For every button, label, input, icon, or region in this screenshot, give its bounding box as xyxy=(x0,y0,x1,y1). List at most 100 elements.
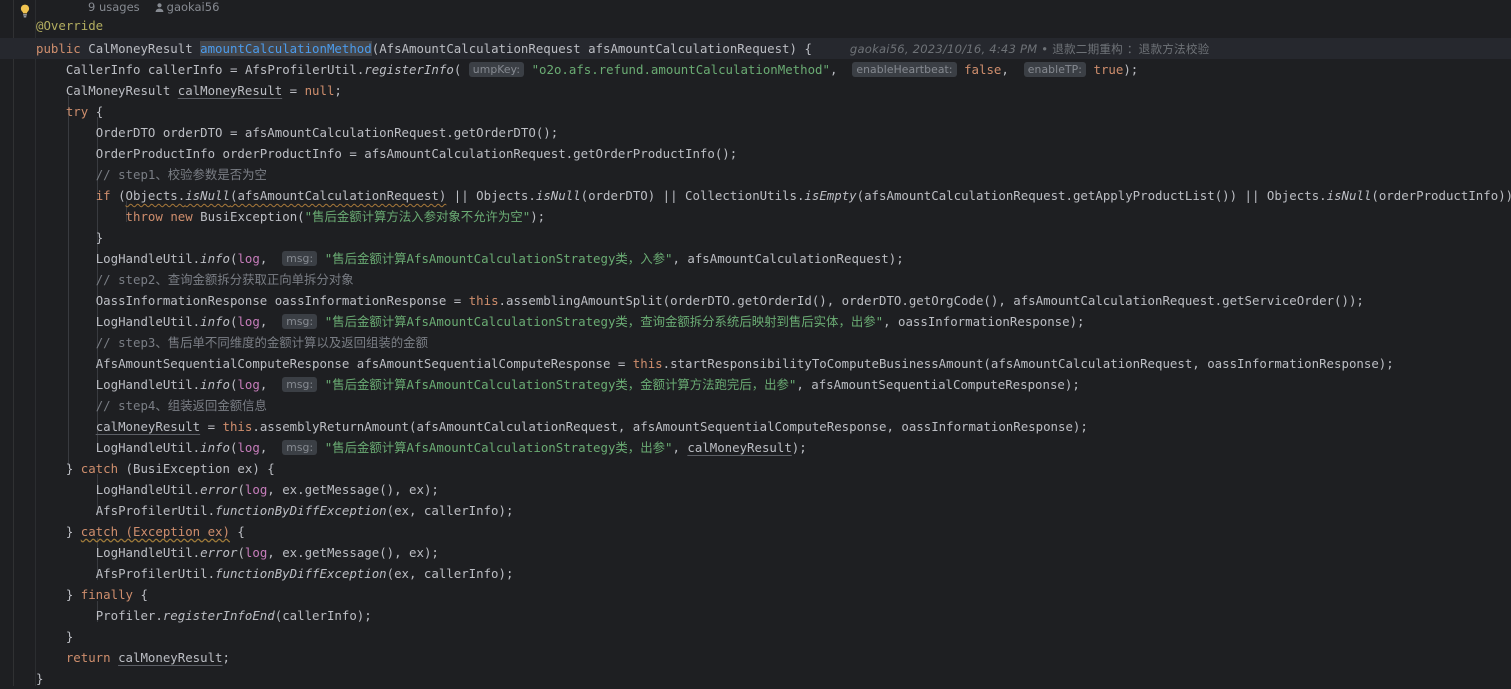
functionbydiffexception-method: functionByDiffException xyxy=(215,503,387,518)
inlay-hint-enabletp: enableTP: xyxy=(1023,62,1087,77)
code-line-oass[interactable]: OassInformationResponse oassInformationR… xyxy=(0,290,1511,311)
log-field: log xyxy=(237,377,260,392)
log2-message-string: "售后金额计算AfsAmountCalculationStrategy类，查询金… xyxy=(324,314,884,329)
oass-call: .assemblingAmountSplit(orderDTO.getOrder… xyxy=(498,293,1364,308)
log3-tail: , afsAmountSequentialComputeResponse); xyxy=(796,377,1080,392)
error-method: error xyxy=(200,482,238,497)
code-line-try[interactable]: try { xyxy=(0,101,1511,122)
code-vision-usages-row[interactable]: 9 usages gaokai56 xyxy=(0,0,1511,14)
blame-date: 2023/10/16 xyxy=(912,42,982,56)
loghandleutil-ref: LogHandleUtil. xyxy=(95,251,201,266)
brace: } xyxy=(65,629,74,644)
inlay-hint-msg: msg: xyxy=(282,440,318,455)
paren-open: ( xyxy=(237,545,245,560)
paren-open: ( xyxy=(453,62,462,77)
if-condition-warning: Objects.isNull(afsAmountCalculationReque… xyxy=(126,188,447,203)
info-method: info xyxy=(200,377,230,392)
code-line-callerinfo[interactable]: CallerInfo callerInfo = AfsProfilerUtil.… xyxy=(0,59,1511,80)
blame-message: 退款方法校验 xyxy=(1138,42,1210,56)
code-line-log-info-3[interactable]: LogHandleUtil.info(log, msg: "售后金额计算AfsA… xyxy=(0,374,1511,395)
param-type: AfsAmountCalculationRequest xyxy=(379,41,581,56)
code-line-annotation[interactable]: @Override xyxy=(0,14,1511,38)
code-line-log-error-1[interactable]: LogHandleUtil.error(log, ex.getMessage()… xyxy=(0,479,1511,500)
param-name: afsAmountCalculationRequest xyxy=(588,41,790,56)
umpkey-string: "o2o.afs.refund.amountCalculationMethod" xyxy=(531,62,830,77)
code-line-log-info-4[interactable]: LogHandleUtil.info(log, msg: "售后金额计算AfsA… xyxy=(0,437,1511,458)
comma: , xyxy=(259,440,275,455)
code-line-method-signature[interactable]: public CalMoneyResult amountCalculationM… xyxy=(0,38,1511,59)
logerr-tail: , ex.getMessage(), ex); xyxy=(267,482,439,497)
code-line-result-decl[interactable]: CalMoneyResult calMoneyResult = null; xyxy=(0,80,1511,101)
comma: , xyxy=(259,377,275,392)
code-line-throw[interactable]: throw new BusiException("售后金额计算方法入参对象不允许… xyxy=(0,206,1511,227)
code-line-comment-step3[interactable]: // step3、售后单不同维度的金额计算以及返回组装的金额 xyxy=(0,332,1511,353)
code-line-profiler-diff-1[interactable]: AfsProfilerUtil.functionByDiffException(… xyxy=(0,500,1511,521)
brace-open: { xyxy=(804,41,812,56)
code-line-if-null-check[interactable]: if (Objects.isNull(afsAmountCalculationR… xyxy=(0,185,1511,206)
inlay-hint-umpkey: umpKey: xyxy=(468,62,525,77)
method-name-selected[interactable]: amountCalculationMethod xyxy=(200,41,372,56)
loghandleutil-ref: LogHandleUtil. xyxy=(95,377,201,392)
comment-step4: // step4、组装返回金额信息 xyxy=(95,398,267,413)
loghandleutil-ref: LogHandleUtil. xyxy=(95,314,201,329)
profiler-tail: (ex, callerInfo); xyxy=(386,503,514,518)
comma: , xyxy=(829,62,838,77)
code-line-log-info-2[interactable]: LogHandleUtil.info(log, msg: "售后金额计算AfsA… xyxy=(0,311,1511,332)
code-line-finally[interactable]: } finally { xyxy=(0,584,1511,605)
semicolon: ; xyxy=(222,650,230,665)
usages-link[interactable]: 9 usages xyxy=(88,0,140,14)
throw-keyword: throw xyxy=(125,209,163,224)
code-vision-author[interactable]: gaokai56 xyxy=(167,0,220,14)
code-line-return[interactable]: return calMoneyResult; xyxy=(0,647,1511,668)
brace: } xyxy=(36,671,44,686)
code-line-register-info-end[interactable]: Profiler.registerInfoEnd(callerInfo); xyxy=(0,605,1511,626)
blame-author: gaokai56 xyxy=(849,42,905,56)
catch-exception-warning: catch (Exception ex) xyxy=(80,524,230,539)
code-line-profiler-diff-2[interactable]: AfsProfilerUtil.functionByDiffException(… xyxy=(0,563,1511,584)
code-editor[interactable]: 9 usages gaokai56 @Override public CalMon… xyxy=(0,0,1511,686)
this-keyword: this xyxy=(222,419,253,434)
log3-message-string: "售后金额计算AfsAmountCalculationStrategy类，金额计… xyxy=(324,377,797,392)
error-method: error xyxy=(200,545,238,560)
code-line-comment-step1[interactable]: // step1、校验参数是否为空 xyxy=(0,164,1511,185)
vcs-blame-annotation[interactable]: gaokai56, 2023/10/16, 4:43 PM • 退款二期重构 ：… xyxy=(850,42,1210,56)
calmoneyresult-var: calMoneyResult xyxy=(95,419,201,434)
register-tail: (callerInfo); xyxy=(274,608,372,623)
code-line-log-info-1[interactable]: LogHandleUtil.info(log, msg: "售后金额计算AfsA… xyxy=(0,248,1511,269)
orderdto-statement: OrderDTO orderDTO = afsAmountCalculation… xyxy=(95,125,559,140)
editor-scrollbar[interactable] xyxy=(1501,0,1511,686)
calmoneyresult-type: CalMoneyResult xyxy=(65,83,171,98)
log-field: log xyxy=(244,482,268,497)
comma: , xyxy=(1001,62,1009,77)
call-close: ); xyxy=(1123,62,1139,77)
blame-branch: 退款二期重构 xyxy=(1052,42,1123,56)
inlay-hint-msg: msg: xyxy=(282,377,318,392)
code-line-orderdto[interactable]: OrderDTO orderDTO = afsAmountCalculation… xyxy=(0,122,1511,143)
log-field: log xyxy=(237,314,260,329)
code-line-close-if[interactable]: } xyxy=(0,227,1511,248)
code-line-catch-busi[interactable]: } catch (BusiException ex) { xyxy=(0,458,1511,479)
code-line-close-try[interactable]: } xyxy=(0,626,1511,647)
log-field: log xyxy=(244,545,268,560)
registerinfo-call: registerInfo xyxy=(364,62,454,77)
log4-message-string: "售后金额计算AfsAmountCalculationStrategy类，出参" xyxy=(324,440,673,455)
afsprofilerutil-ref: AfsProfilerUtil. xyxy=(244,62,365,77)
code-line-catch-exception[interactable]: } catch (Exception ex) { xyxy=(0,521,1511,542)
oass-decl: OassInformationResponse oassInformationR… xyxy=(95,293,469,308)
inlay-hint-msg: msg: xyxy=(282,314,318,329)
code-line-sequential-compute[interactable]: AfsAmountSequentialComputeResponse afsAm… xyxy=(0,353,1511,374)
code-line-assembly-return[interactable]: calMoneyResult = this.assemblyReturnAmou… xyxy=(0,416,1511,437)
modifier-keyword: public xyxy=(36,41,81,56)
code-line-comment-step2[interactable]: // step2、查询金额拆分获取正向单拆分对象 xyxy=(0,269,1511,290)
log-field: log xyxy=(237,251,260,266)
paren-close: ) xyxy=(789,41,797,56)
calmoneyresult-var: calMoneyResult xyxy=(687,440,792,455)
registerinfoend-method: registerInfoEnd xyxy=(162,608,275,623)
afsprofilerutil-ref: AfsProfilerUtil. xyxy=(95,503,216,518)
inlay-hint-enableheartbeat: enableHeartbeat: xyxy=(852,62,957,77)
code-line-orderproductinfo[interactable]: OrderProductInfo orderProductInfo = afsA… xyxy=(0,143,1511,164)
code-line-log-error-2[interactable]: LogHandleUtil.error(log, ex.getMessage()… xyxy=(0,542,1511,563)
code-line-comment-step4[interactable]: // step4、组装返回金额信息 xyxy=(0,395,1511,416)
comment-step2: // step2、查询金额拆分获取正向单拆分对象 xyxy=(95,272,354,287)
assign-op: = xyxy=(230,62,238,77)
